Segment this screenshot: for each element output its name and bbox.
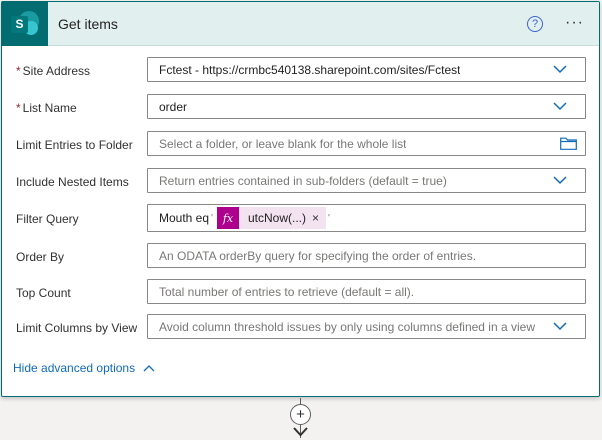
order-by-input[interactable]: An ODATA orderBy query for specifying th…	[147, 243, 586, 268]
limit-columns-label: Limit Columns by View	[16, 321, 138, 335]
limit-folder-input[interactable]: Select a folder, or leave blank for the …	[147, 131, 586, 156]
token-label: utcNow(...)	[247, 211, 306, 225]
chevron-down-icon[interactable]	[553, 173, 567, 187]
limit-folder-placeholder: Select a folder, or leave blank for the …	[159, 136, 407, 151]
order-by-row: Order By An ODATA orderBy query for spec…	[2, 243, 599, 280]
expression-token[interactable]: fx utcNow(...) ×	[216, 207, 326, 229]
action-header[interactable]: S Get items ? ···	[2, 1, 599, 46]
limit-columns-placeholder: Avoid column threshold issues by only us…	[159, 319, 535, 334]
nested-items-placeholder: Return entries contained in sub-folders …	[159, 173, 447, 188]
nested-items-row: Include Nested Items Return entries cont…	[2, 168, 599, 205]
site-address-dropdown[interactable]: Fctest - https://crmbc540138.sharepoint.…	[147, 57, 586, 82]
chevron-down-icon[interactable]	[553, 62, 567, 76]
close-icon[interactable]: ×	[312, 211, 326, 225]
action-title[interactable]: Get items	[58, 16, 118, 32]
order-by-placeholder: An ODATA orderBy query for specifying th…	[159, 248, 477, 263]
sharepoint-icon: S	[10, 9, 40, 39]
list-name-row: * List Name order	[2, 94, 599, 131]
ellipsis-icon[interactable]: ···	[565, 14, 584, 32]
nested-items-dropdown[interactable]: Return entries contained in sub-folders …	[147, 168, 586, 193]
filter-query-text: Mouth eq	[159, 211, 210, 225]
help-circle-icon[interactable]: ?	[527, 16, 543, 32]
list-name-label: * List Name	[16, 101, 77, 115]
sharepoint-logo: S	[2, 1, 48, 46]
site-address-value: Fctest - https://crmbc540138.sharepoint.…	[159, 62, 461, 77]
order-by-label: Order By	[16, 250, 65, 264]
site-address-row: * Site Address Fctest - https://crmbc5401…	[2, 57, 599, 94]
top-count-label: Top Count	[16, 286, 71, 300]
quote-mark: '	[211, 212, 213, 224]
arrow-down-icon	[293, 427, 308, 437]
filter-query-row: Filter Query Mouth eq ' fx utcNow(...) ×…	[2, 204, 599, 242]
nested-items-label: Include Nested Items	[16, 175, 129, 189]
limit-folder-row: Limit Entries to Folder Select a folder,…	[2, 131, 599, 168]
chevron-down-icon[interactable]	[553, 319, 567, 333]
hide-advanced-options-label: Hide advanced options	[13, 361, 136, 375]
quote-mark: '	[328, 212, 330, 224]
top-count-row: Top Count Total number of entries to ret…	[2, 279, 599, 316]
top-count-input[interactable]: Total number of entries to retrieve (def…	[147, 279, 586, 304]
fx-icon: fx	[216, 207, 239, 229]
get-items-action-card: S Get items ? ··· * Site Address Fctest -…	[1, 1, 600, 397]
limit-columns-dropdown[interactable]: Avoid column threshold issues by only us…	[147, 314, 586, 339]
top-count-placeholder: Total number of entries to retrieve (def…	[159, 284, 415, 299]
chevron-up-icon	[143, 365, 155, 372]
limit-folder-label: Limit Entries to Folder	[16, 138, 133, 152]
list-name-dropdown[interactable]: order	[147, 94, 586, 119]
filter-query-input[interactable]: Mouth eq ' fx utcNow(...) × '	[147, 204, 586, 232]
hide-advanced-options-link[interactable]: Hide advanced options	[13, 361, 155, 375]
list-name-value: order	[159, 99, 188, 114]
add-step-plus-icon[interactable]: +	[290, 404, 311, 425]
folder-icon[interactable]	[560, 137, 577, 150]
site-address-label: * Site Address	[16, 64, 91, 78]
limit-columns-row: Limit Columns by View Avoid column thres…	[2, 314, 599, 351]
filter-query-label: Filter Query	[16, 212, 79, 226]
chevron-down-icon[interactable]	[553, 99, 567, 113]
